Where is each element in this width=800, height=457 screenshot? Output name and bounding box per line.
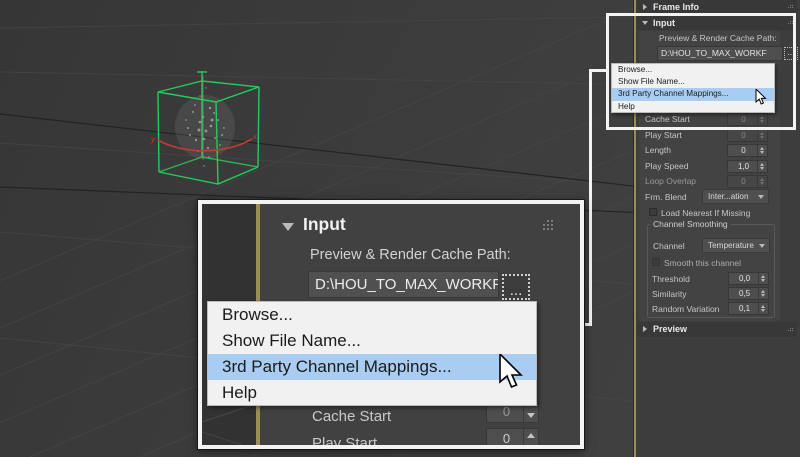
rollout-header-frame-info[interactable]: Frame Info bbox=[637, 0, 797, 14]
frm-blend-dropdown[interactable]: Inter...ation bbox=[702, 189, 769, 204]
menu-item-3rd-party-channel-mappings[interactable]: 3rd Party Channel Mappings... bbox=[208, 354, 536, 380]
magnified-callout: Input Preview & Render Cache Path: D:\HO… bbox=[198, 200, 584, 449]
drag-handle-icon[interactable] bbox=[788, 328, 789, 329]
param-spinner[interactable]: 0 bbox=[727, 144, 768, 157]
magnified-callout-content: Input Preview & Render Cache Path: D:\HO… bbox=[202, 204, 580, 445]
cache-path-label: Preview & Render Cache Path: bbox=[310, 247, 511, 263]
expanded-arrow-icon bbox=[282, 223, 294, 231]
param-spinner[interactable]: 0 bbox=[727, 128, 768, 142]
cursor-icon bbox=[499, 354, 523, 389]
context-menu: Browse... Show File Name... 3rd Party Ch… bbox=[611, 63, 775, 113]
param-label: Threshold bbox=[652, 274, 690, 284]
param-label: Length bbox=[645, 145, 671, 155]
param-value: 0,5 bbox=[738, 289, 751, 298]
menu-item-help[interactable]: Help bbox=[208, 380, 536, 406]
load-nearest-checkbox[interactable] bbox=[649, 208, 657, 216]
param-value: 0 bbox=[741, 146, 746, 155]
collapsed-arrow-icon bbox=[643, 4, 647, 10]
param-row-play-start: Play Start 0 bbox=[633, 128, 800, 142]
param-row-length: Length 0 bbox=[633, 144, 800, 157]
checkbox-label: Load Nearest If Missing bbox=[661, 208, 751, 218]
context-menu: Browse... Show File Name... 3rd Party Ch… bbox=[207, 301, 537, 406]
spinner-arrows-icon[interactable] bbox=[757, 176, 767, 187]
spinner-arrows-icon[interactable] bbox=[758, 288, 768, 299]
param-row-frm-blend: Frm. Blend Inter...ation bbox=[633, 189, 800, 205]
param-label: Similarity bbox=[652, 289, 687, 299]
param-label: Cache Start bbox=[312, 408, 392, 425]
param-label: Play Start bbox=[645, 129, 682, 140]
param-value: 0 bbox=[741, 177, 746, 186]
param-value: 0,0 bbox=[738, 274, 751, 283]
param-label: Play Start bbox=[312, 435, 378, 445]
y-axis-label: y bbox=[150, 135, 156, 144]
param-value: 0 bbox=[502, 431, 511, 445]
cache-path-field[interactable]: D:\HOU_TO_MAX_WORKF bbox=[308, 271, 499, 298]
param-label: Loop Overlap bbox=[645, 176, 697, 186]
spinner-arrows-icon[interactable] bbox=[757, 160, 767, 172]
menu-item-3rd-party-channel-mappings[interactable]: 3rd Party Channel Mappings... bbox=[612, 88, 774, 101]
param-label: Random Variation bbox=[652, 304, 720, 314]
callout-connector-line bbox=[589, 69, 592, 326]
rollout-header-preview[interactable]: Preview bbox=[637, 322, 797, 337]
dropdown-value: Temperature bbox=[708, 241, 754, 250]
drag-handle-icon[interactable] bbox=[543, 220, 545, 222]
chevron-down-icon bbox=[759, 244, 765, 248]
param-value: 0 bbox=[502, 404, 511, 419]
param-row-loop-overlap: Loop Overlap 0 bbox=[633, 175, 800, 188]
spinner-arrows-icon[interactable] bbox=[757, 145, 767, 156]
spinner-arrows-icon[interactable] bbox=[758, 273, 768, 284]
param-spinner[interactable]: 0,5 bbox=[728, 287, 769, 300]
group-title: Channel Smoothing bbox=[650, 219, 731, 229]
param-label: Play Speed bbox=[645, 160, 689, 171]
load-nearest-row: Load Nearest If Missing bbox=[633, 207, 800, 219]
chevron-down-icon bbox=[758, 195, 764, 199]
param-spinner[interactable]: 0,0 bbox=[728, 272, 769, 285]
param-value: 0 bbox=[741, 130, 746, 140]
smoke-particles bbox=[175, 76, 235, 167]
spinner-arrows-icon[interactable] bbox=[758, 303, 768, 314]
param-value: 1,0 bbox=[737, 161, 750, 171]
x-axis-label: x bbox=[252, 132, 258, 141]
dropdown-value: Inter...ation bbox=[708, 192, 749, 201]
menu-item-help[interactable]: Help bbox=[612, 101, 774, 113]
param-label: Frm. Blend bbox=[645, 192, 687, 202]
browse-ellipsis-button[interactable]: ... bbox=[502, 274, 530, 300]
drag-handle-icon[interactable] bbox=[788, 5, 789, 6]
rollout-title: Frame Info bbox=[653, 2, 700, 12]
cursor-icon bbox=[755, 89, 767, 105]
param-label: Channel bbox=[653, 241, 685, 251]
param-row-play-speed: Play Speed 1,0 bbox=[633, 159, 800, 173]
smooth-channel-checkbox[interactable] bbox=[652, 258, 660, 266]
param-spinner[interactable]: 0 bbox=[486, 428, 539, 445]
menu-item-browse[interactable]: Browse... bbox=[612, 64, 774, 76]
param-spinner[interactable]: 1,0 bbox=[727, 159, 768, 173]
rollout-title: Input bbox=[303, 214, 346, 234]
param-value: 0,1 bbox=[738, 304, 751, 313]
spinner-arrows-icon[interactable] bbox=[757, 129, 767, 141]
rollout-title: Preview bbox=[653, 324, 688, 334]
channel-dropdown[interactable]: Temperature bbox=[702, 238, 770, 253]
checkbox-label: Smooth this channel bbox=[664, 258, 742, 268]
menu-item-browse[interactable]: Browse... bbox=[208, 302, 536, 328]
collapsed-arrow-icon bbox=[643, 326, 647, 332]
channel-smoothing-group: Channel Temperature Smooth this channel … bbox=[647, 224, 775, 318]
menu-item-show-file-name[interactable]: Show File Name... bbox=[208, 328, 536, 354]
spinner-arrows-icon[interactable] bbox=[523, 429, 538, 445]
menu-item-show-file-name[interactable]: Show File Name... bbox=[612, 76, 774, 88]
param-spinner[interactable]: 0 bbox=[727, 175, 768, 188]
param-spinner[interactable]: 0,1 bbox=[728, 302, 769, 315]
application-window: y x Frame Info Input Preview & Render Ca… bbox=[0, 0, 800, 457]
